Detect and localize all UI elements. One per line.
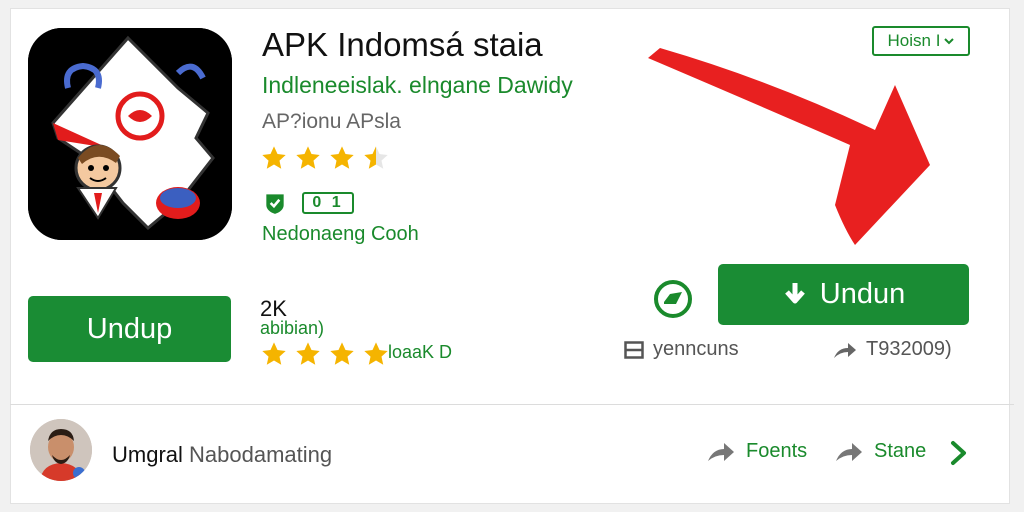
foents-label: Foents [746, 440, 808, 462]
red-arrow-icon [648, 48, 930, 245]
meta-left: yenncuns [624, 338, 739, 361]
undun-label: Undun [819, 278, 906, 310]
stane-action[interactable]: Stane [834, 440, 926, 463]
rating-label: loaaK D [388, 342, 453, 362]
verified-check-icon[interactable] [652, 278, 694, 320]
star-icon [296, 342, 320, 365]
star-icon [330, 342, 354, 365]
undup-button[interactable]: Undup [28, 296, 231, 362]
user-second-name: Nabodamating [189, 442, 333, 467]
list-icon [624, 340, 644, 359]
shield-check-icon [266, 194, 284, 214]
undun-download-button[interactable]: Undun [718, 264, 969, 325]
foents-action[interactable]: Foents [706, 440, 807, 463]
avatar-image [30, 419, 92, 481]
star-icon [262, 146, 286, 169]
download-icon [784, 282, 805, 303]
badge-row: 0 1 [262, 190, 354, 216]
app-icon[interactable] [28, 28, 232, 240]
star-icon [364, 342, 388, 365]
star-half-icon [364, 146, 388, 169]
developer-link[interactable]: Indleneeislak. elngane Dawidy [262, 72, 573, 99]
star-icon [262, 342, 286, 365]
content-rating-badge: 0 1 [302, 192, 354, 214]
app-icon-illustration [28, 28, 232, 240]
rating-stars-top [260, 144, 390, 172]
share-arrow-icon [708, 442, 734, 461]
chevron-right-icon[interactable] [948, 440, 970, 466]
star-icon [330, 146, 354, 169]
rating-stars-bottom [260, 340, 390, 368]
share-arrow-icon [834, 342, 856, 358]
section-divider [10, 404, 1014, 405]
share-arrow-icon [836, 442, 862, 461]
meta-left-text: yenncuns [653, 338, 739, 360]
user-name[interactable]: Umgral Nabodamating [112, 442, 332, 468]
star-icon [296, 146, 320, 169]
rating-subtext: abibian) [260, 318, 325, 338]
stane-label: Stane [874, 440, 927, 462]
in-app-info: Nedonaeng Cooh [262, 223, 419, 245]
app-category: AP?ionu APsla [262, 110, 401, 133]
meta-right-text: T932009) [866, 338, 952, 360]
chevron-down-icon [944, 38, 955, 45]
app-title: APK Indomsá staia [262, 26, 543, 63]
user-first-name: Umgral [112, 442, 183, 467]
meta-right: T932009) [832, 338, 952, 361]
avatar[interactable] [30, 419, 92, 481]
